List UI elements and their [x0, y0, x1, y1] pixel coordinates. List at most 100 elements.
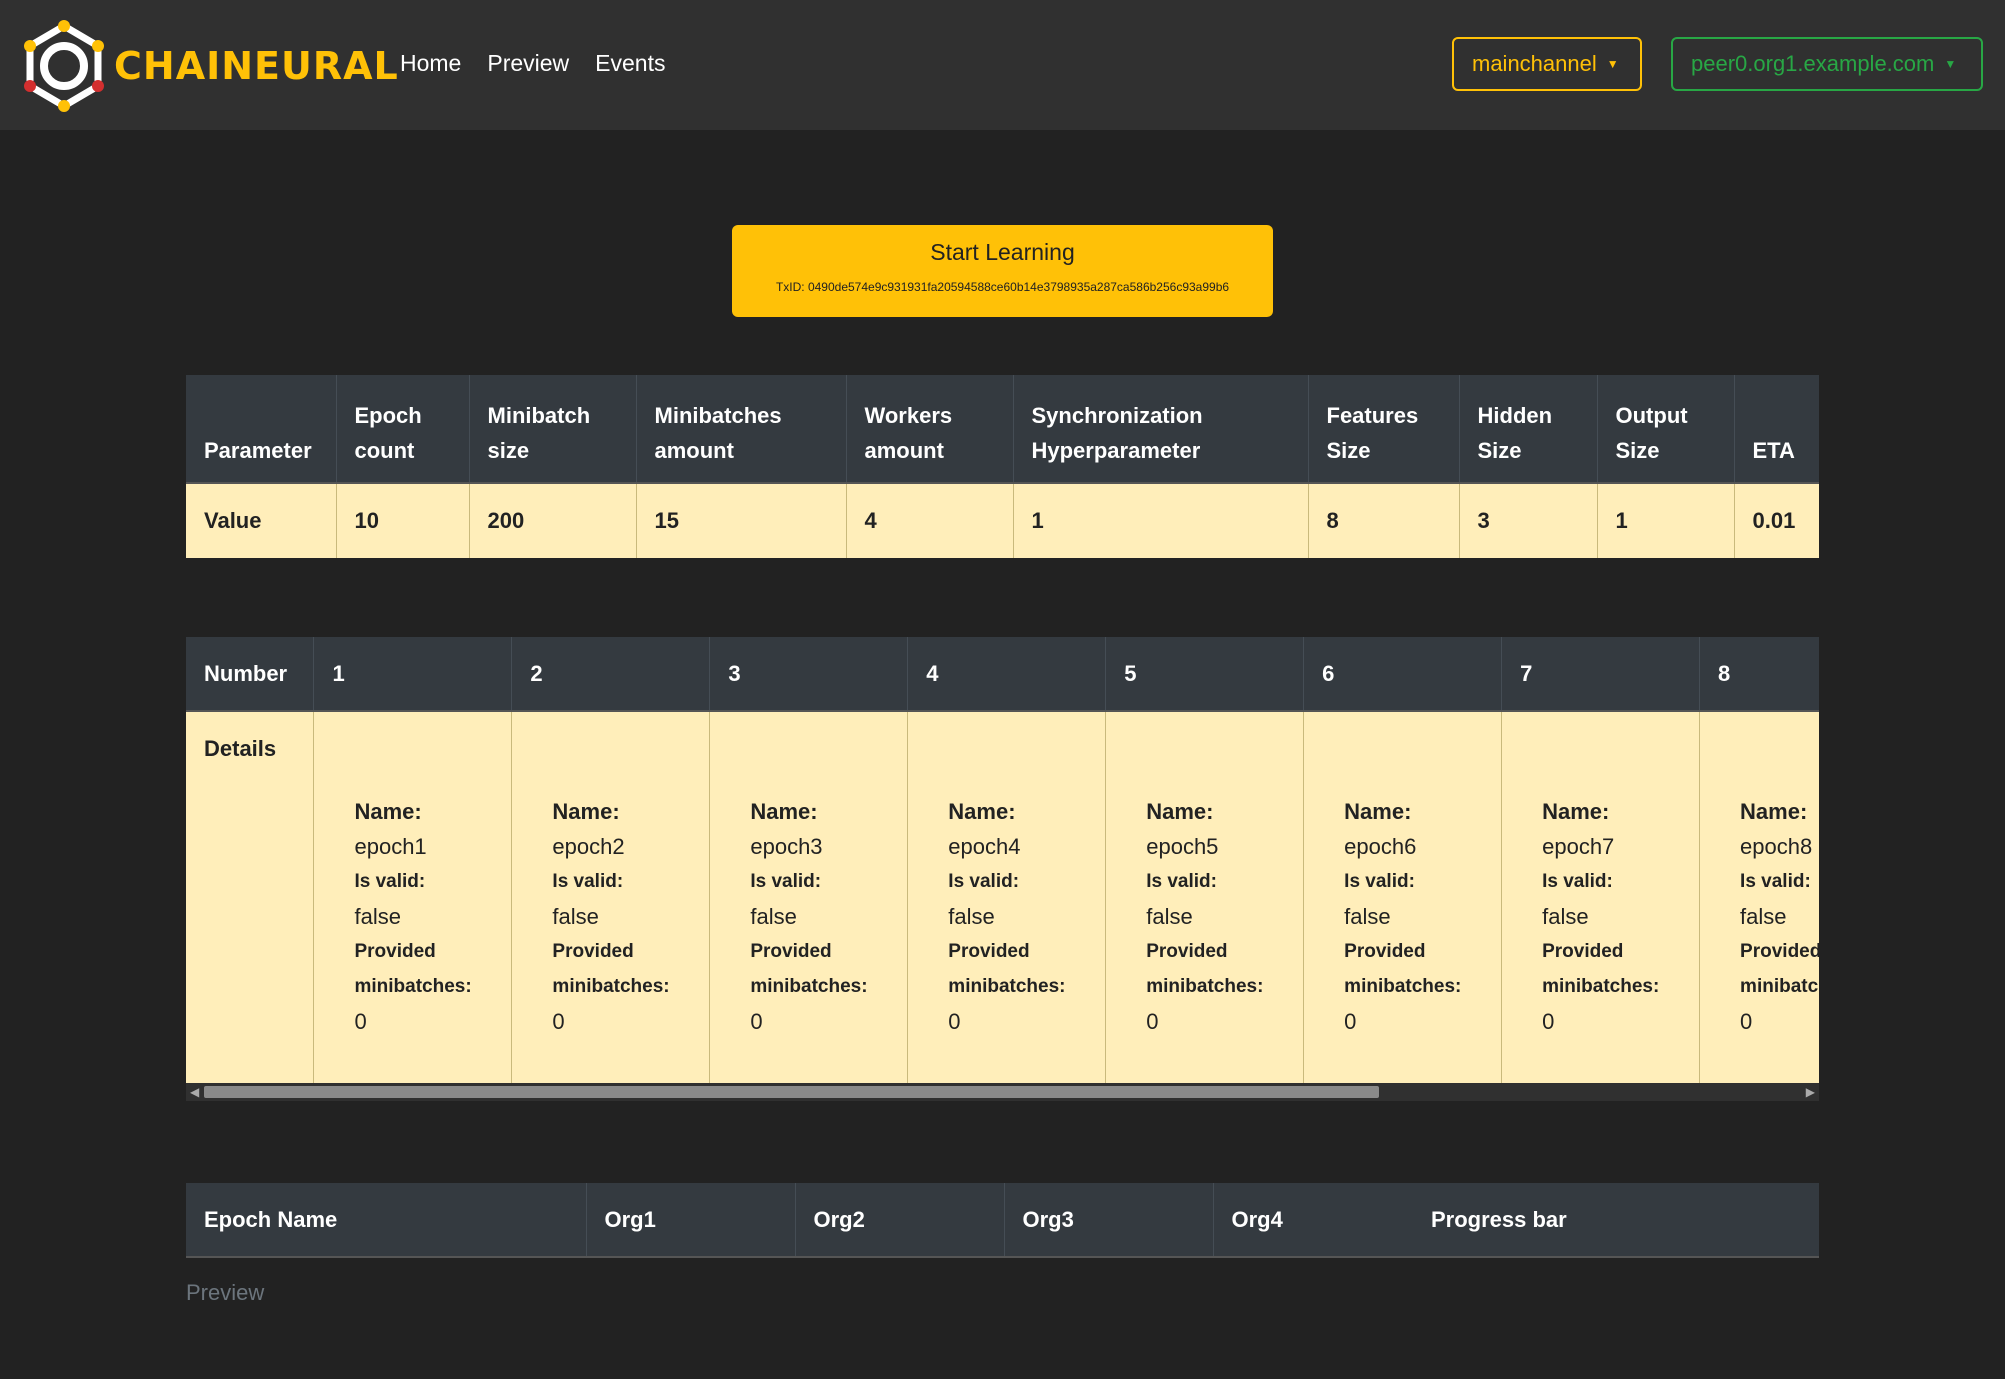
provided-key: minibatches:	[1542, 976, 1660, 997]
start-learning-label: Start Learning	[930, 239, 1075, 265]
valid-key: Is valid:	[552, 871, 624, 892]
param-header: Minibatches amount	[636, 375, 847, 483]
progress-table: Epoch Name Org1 Org2 Org3 Org4 Progress …	[186, 1183, 1819, 1258]
param-header: ETA	[1734, 375, 1819, 483]
epoch-number: 8	[1699, 637, 1819, 711]
param-value: 1	[1013, 482, 1309, 558]
epoch-provided: 0	[354, 1009, 367, 1034]
epoch-valid: false	[1344, 904, 1391, 929]
nav-links: Home Preview Events	[400, 50, 666, 77]
provided-key: minibatches:	[1740, 976, 1819, 997]
navbar: CHAINEURAL Home Preview Events mainchann…	[0, 0, 2005, 130]
valid-key: Is valid:	[354, 871, 426, 892]
epochs-scroll-container[interactable]: Number 1 2 3 4 5 6 7 8 Details Name: epo…	[186, 637, 1819, 1101]
param-header: Features Size	[1308, 375, 1460, 483]
progress-header: Org4	[1213, 1183, 1413, 1258]
parameters-value-row: Value 10 200 15 4 1 8 3 1 0.01	[186, 482, 1819, 558]
progress-header: Epoch Name	[186, 1183, 587, 1258]
provided-key: Provided	[1740, 941, 1819, 962]
epoch-number: 6	[1303, 637, 1503, 711]
name-key: Name:	[948, 799, 1016, 824]
brand-logo[interactable]: CHAINEURAL	[20, 18, 399, 114]
epoch-valid: false	[1146, 904, 1193, 929]
name-key: Name:	[1542, 799, 1610, 824]
epoch-name: epoch6	[1344, 834, 1417, 859]
progress-header: Progress bar	[1413, 1183, 1819, 1258]
nav-events[interactable]: Events	[595, 50, 665, 77]
horizontal-scrollbar[interactable]: ◀ ▶	[186, 1083, 1819, 1101]
epoch-name: epoch5	[1146, 834, 1219, 859]
param-value: 0.01	[1734, 482, 1819, 558]
name-key: Name:	[552, 799, 620, 824]
scrollbar-thumb[interactable]	[204, 1086, 1379, 1098]
epoch-name: epoch7	[1542, 834, 1615, 859]
caret-down-icon: ▼	[1944, 57, 1957, 71]
param-value: Value	[186, 482, 337, 558]
epoch-number: 5	[1105, 637, 1305, 711]
brand-name: CHAINEURAL	[114, 44, 399, 88]
param-value: 8	[1308, 482, 1460, 558]
provided-key: Provided	[552, 941, 634, 962]
progress-header-row: Epoch Name Org1 Org2 Org3 Org4 Progress …	[186, 1183, 1819, 1258]
epoch-provided: 0	[1146, 1009, 1159, 1034]
epoch-name: epoch3	[750, 834, 823, 859]
nav-preview[interactable]: Preview	[487, 50, 569, 77]
provided-key: minibatches:	[1146, 976, 1264, 997]
number-header: Number	[186, 637, 315, 711]
epoch-number: 3	[709, 637, 909, 711]
param-value: 1	[1597, 482, 1735, 558]
epoch-provided: 0	[552, 1009, 565, 1034]
name-key: Name:	[1146, 799, 1214, 824]
param-header: Epoch count	[336, 375, 470, 483]
epoch-provided: 0	[948, 1009, 961, 1034]
start-learning-button[interactable]: Start Learning TxID: 0490de574e9c931931f…	[732, 225, 1273, 317]
epoch-provided: 0	[750, 1009, 763, 1034]
provided-key: Provided	[1344, 941, 1426, 962]
epoch-name: epoch1	[354, 834, 427, 859]
provided-key: Provided	[948, 941, 1030, 962]
progress-header: Org2	[795, 1183, 1005, 1258]
epochs-number-row: Number 1 2 3 4 5 6 7 8	[186, 637, 1819, 711]
peer-dropdown[interactable]: peer0.org1.example.com ▼	[1671, 37, 1983, 91]
table-caption: Preview	[186, 1280, 265, 1305]
param-value: 200	[469, 482, 637, 558]
scroll-left-icon[interactable]: ◀	[190, 1083, 199, 1101]
nav-home[interactable]: Home	[400, 50, 461, 77]
epoch-provided: 0	[1344, 1009, 1357, 1034]
epoch-name: epoch8	[1740, 834, 1813, 859]
peer-dropdown-label: peer0.org1.example.com	[1691, 51, 1935, 76]
provided-key: Provided	[354, 941, 436, 962]
valid-key: Is valid:	[1146, 871, 1217, 892]
epoch-detail-cell: Name: epoch1 Is valid: false Provided mi…	[313, 710, 513, 1101]
epoch-number: 7	[1501, 637, 1701, 711]
epoch-detail-cell: Name: epoch6 Is valid: false Provided mi…	[1303, 710, 1503, 1101]
provided-key: minibatches:	[1344, 976, 1462, 997]
epoch-detail-cell: Name: epoch4 Is valid: false Provided mi…	[907, 710, 1107, 1101]
valid-key: Is valid:	[1344, 871, 1415, 892]
epoch-valid: false	[1740, 904, 1787, 929]
param-header: Parameter	[186, 375, 337, 483]
param-header: Output Size	[1597, 375, 1735, 483]
channel-dropdown[interactable]: mainchannel ▼	[1452, 37, 1642, 91]
transaction-id: TxID: 0490de574e9c931931fa20594588ce60b1…	[775, 280, 1230, 294]
epoch-detail-cell: Name: epoch2 Is valid: false Provided mi…	[511, 710, 711, 1101]
epochs-details-row: Details Name: epoch1 Is valid: false Pro…	[186, 710, 1819, 1101]
provided-key: Provided	[750, 941, 832, 962]
caret-down-icon: ▼	[1606, 57, 1619, 71]
valid-key: Is valid:	[1542, 871, 1613, 892]
epoch-valid: false	[750, 904, 797, 929]
valid-key: Is valid:	[750, 871, 822, 892]
scroll-right-icon[interactable]: ▶	[1806, 1083, 1815, 1101]
name-key: Name:	[354, 799, 422, 824]
progress-header: Org1	[586, 1183, 796, 1258]
epoch-name: epoch2	[552, 834, 625, 859]
epoch-valid: false	[354, 904, 401, 929]
epoch-provided: 0	[1542, 1009, 1555, 1034]
epoch-name: epoch4	[948, 834, 1021, 859]
param-header: Synchronization Hyperparameter	[1013, 375, 1309, 483]
epoch-provided: 0	[1740, 1009, 1753, 1034]
epoch-detail-cell: Name: epoch8 Is valid: false Provided mi…	[1699, 710, 1819, 1101]
epoch-valid: false	[1542, 904, 1589, 929]
epoch-number: 4	[907, 637, 1107, 711]
parameters-header-row: Parameter Epoch count Minibatch size Min…	[186, 375, 1819, 483]
